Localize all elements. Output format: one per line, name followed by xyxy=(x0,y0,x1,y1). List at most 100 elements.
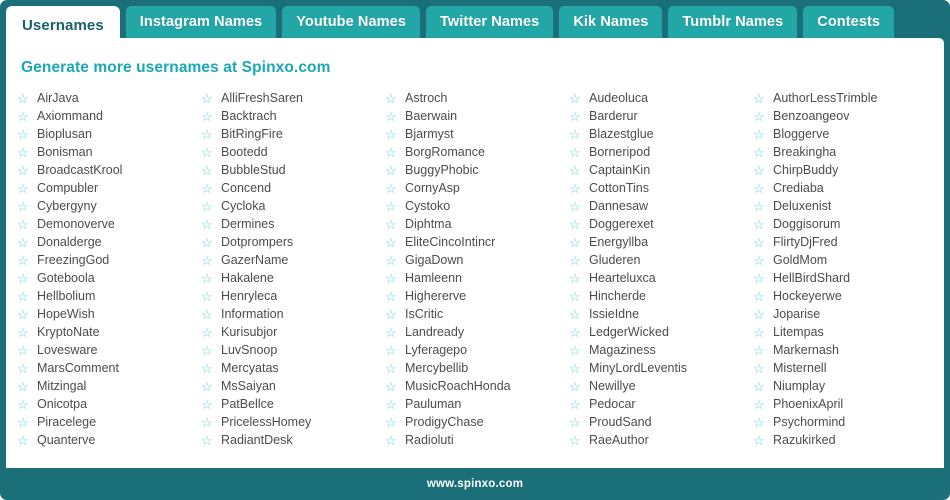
username-row[interactable]: ☆ Crediaba xyxy=(753,179,937,197)
username-row[interactable]: ☆ Cybergyny xyxy=(17,197,201,215)
star-icon[interactable]: ☆ xyxy=(569,200,588,213)
username-row[interactable]: ☆ Hearteluxca xyxy=(569,269,753,287)
username-row[interactable]: ☆ Magaziness xyxy=(569,341,753,359)
username-row[interactable]: ☆ MarsComment xyxy=(17,359,201,377)
username-label[interactable]: EliteCincoIntincr xyxy=(405,233,495,251)
star-icon[interactable]: ☆ xyxy=(385,92,404,105)
username-row[interactable]: ☆ Joparise xyxy=(753,305,937,323)
username-row[interactable]: ☆ Breakingha xyxy=(753,143,937,161)
username-row[interactable]: ☆ BroadcastKrool xyxy=(17,161,201,179)
username-label[interactable]: Goteboola xyxy=(37,269,95,287)
username-label[interactable]: LuvSnoop xyxy=(221,341,277,359)
star-icon[interactable]: ☆ xyxy=(753,92,772,105)
username-label[interactable]: AuthorLessTrimble xyxy=(773,89,877,107)
username-label[interactable]: AlliFreshSaren xyxy=(221,89,303,107)
username-label[interactable]: RadiantDesk xyxy=(221,431,293,449)
username-row[interactable]: ☆ Donalderge xyxy=(17,233,201,251)
username-row[interactable]: ☆ IsCritic xyxy=(385,305,569,323)
username-label[interactable]: Litempas xyxy=(773,323,824,341)
username-label[interactable]: Quanterve xyxy=(37,431,95,449)
username-label[interactable]: Hakalene xyxy=(221,269,274,287)
star-icon[interactable]: ☆ xyxy=(201,110,220,123)
username-label[interactable]: Onicotpa xyxy=(37,395,87,413)
username-row[interactable]: ☆ PatBellce xyxy=(201,395,385,413)
star-icon[interactable]: ☆ xyxy=(385,110,404,123)
username-row[interactable]: ☆ FreezingGod xyxy=(17,251,201,269)
star-icon[interactable]: ☆ xyxy=(17,290,36,303)
tab-youtube-names[interactable]: Youtube Names xyxy=(282,6,420,38)
star-icon[interactable]: ☆ xyxy=(753,290,772,303)
username-row[interactable]: ☆ PricelessHomey xyxy=(201,413,385,431)
username-label[interactable]: IsCritic xyxy=(405,305,443,323)
tab-twitter-names[interactable]: Twitter Names xyxy=(426,6,554,38)
username-row[interactable]: ☆ Borneripod xyxy=(569,143,753,161)
star-icon[interactable]: ☆ xyxy=(753,362,772,375)
star-icon[interactable]: ☆ xyxy=(753,344,772,357)
username-row[interactable]: ☆ GigaDown xyxy=(385,251,569,269)
star-icon[interactable]: ☆ xyxy=(569,362,588,375)
username-row[interactable]: ☆ Astroch xyxy=(385,89,569,107)
username-label[interactable]: ProdigyChase xyxy=(405,413,484,431)
star-icon[interactable]: ☆ xyxy=(385,290,404,303)
star-icon[interactable]: ☆ xyxy=(385,380,404,393)
username-row[interactable]: ☆ Axiommand xyxy=(17,107,201,125)
star-icon[interactable]: ☆ xyxy=(569,272,588,285)
star-icon[interactable]: ☆ xyxy=(569,164,588,177)
tab-instagram-names[interactable]: Instagram Names xyxy=(125,6,277,38)
star-icon[interactable]: ☆ xyxy=(753,182,772,195)
star-icon[interactable]: ☆ xyxy=(385,128,404,141)
star-icon[interactable]: ☆ xyxy=(569,434,588,447)
username-row[interactable]: ☆ CottonTins xyxy=(569,179,753,197)
star-icon[interactable]: ☆ xyxy=(569,236,588,249)
username-row[interactable]: ☆ HopeWish xyxy=(17,305,201,323)
username-label[interactable]: Donalderge xyxy=(37,233,102,251)
username-label[interactable]: Kurisubjor xyxy=(221,323,277,341)
username-row[interactable]: ☆ Markernash xyxy=(753,341,937,359)
star-icon[interactable]: ☆ xyxy=(569,110,588,123)
star-icon[interactable]: ☆ xyxy=(753,308,772,321)
username-label[interactable]: Cystoko xyxy=(405,197,450,215)
username-row[interactable]: ☆ Newillye xyxy=(569,377,753,395)
username-label[interactable]: Doggerexet xyxy=(589,215,654,233)
star-icon[interactable]: ☆ xyxy=(17,182,36,195)
username-label[interactable]: AirJava xyxy=(37,89,79,107)
username-label[interactable]: FlirtyDjFred xyxy=(773,233,838,251)
username-row[interactable]: ☆ Blazestglue xyxy=(569,125,753,143)
username-row[interactable]: ☆ CaptainKin xyxy=(569,161,753,179)
username-label[interactable]: Baerwain xyxy=(405,107,457,125)
star-icon[interactable]: ☆ xyxy=(201,380,220,393)
username-label[interactable]: Razukirked xyxy=(773,431,836,449)
star-icon[interactable]: ☆ xyxy=(201,236,220,249)
star-icon[interactable]: ☆ xyxy=(569,128,588,141)
username-row[interactable]: ☆ Mercyatas xyxy=(201,359,385,377)
star-icon[interactable]: ☆ xyxy=(385,218,404,231)
username-label[interactable]: GazerName xyxy=(221,251,288,269)
username-row[interactable]: ☆ BubbleStud xyxy=(201,161,385,179)
username-row[interactable]: ☆ Energyllba xyxy=(569,233,753,251)
username-label[interactable]: Dannesaw xyxy=(589,197,648,215)
username-row[interactable]: ☆ Demonoverve xyxy=(17,215,201,233)
star-icon[interactable]: ☆ xyxy=(17,254,36,267)
star-icon[interactable]: ☆ xyxy=(385,200,404,213)
star-icon[interactable]: ☆ xyxy=(201,182,220,195)
username-row[interactable]: ☆ BitRingFire xyxy=(201,125,385,143)
username-row[interactable]: ☆ Gluderen xyxy=(569,251,753,269)
username-row[interactable]: ☆ Lovesware xyxy=(17,341,201,359)
username-label[interactable]: Pedocar xyxy=(589,395,636,413)
username-label[interactable]: CottonTins xyxy=(589,179,649,197)
star-icon[interactable]: ☆ xyxy=(17,416,36,429)
username-row[interactable]: ☆ Litempas xyxy=(753,323,937,341)
star-icon[interactable]: ☆ xyxy=(569,218,588,231)
username-row[interactable]: ☆ Landready xyxy=(385,323,569,341)
username-label[interactable]: FreezingGod xyxy=(37,251,109,269)
username-label[interactable]: Diphtma xyxy=(405,215,452,233)
star-icon[interactable]: ☆ xyxy=(201,92,220,105)
star-icon[interactable]: ☆ xyxy=(385,344,404,357)
star-icon[interactable]: ☆ xyxy=(201,308,220,321)
star-icon[interactable]: ☆ xyxy=(17,308,36,321)
username-label[interactable]: Bjarmyst xyxy=(405,125,454,143)
username-label[interactable]: Concend xyxy=(221,179,271,197)
star-icon[interactable]: ☆ xyxy=(569,146,588,159)
star-icon[interactable]: ☆ xyxy=(753,110,772,123)
username-label[interactable]: Bootedd xyxy=(221,143,268,161)
